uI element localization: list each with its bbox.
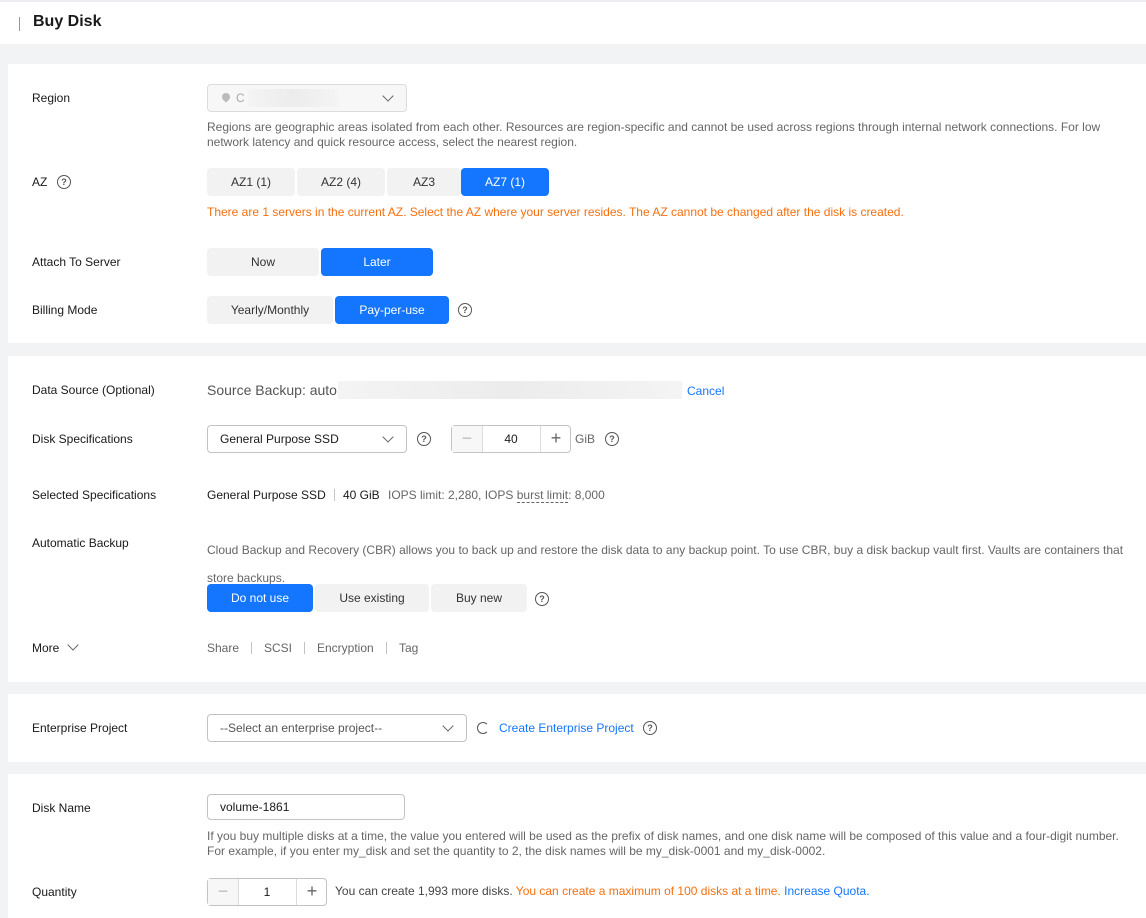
more-encryption[interactable]: Encryption	[317, 641, 374, 655]
more-divider	[304, 642, 305, 654]
disk-type-value: General Purpose SSD	[220, 432, 339, 446]
increase-quota-link[interactable]: Increase Quota.	[784, 884, 869, 898]
max-disks-text: You can create a maximum of 100 disks at…	[515, 884, 781, 898]
more-toggle[interactable]: More	[32, 641, 59, 655]
attach-now-button[interactable]: Now	[207, 248, 319, 276]
backup-help-icon[interactable]: ?	[535, 592, 549, 606]
title-bar-divider	[19, 17, 20, 31]
attach-label: Attach To Server	[32, 255, 121, 269]
backup-do-not-use-button[interactable]: Do not use	[207, 584, 313, 612]
refresh-icon[interactable]	[477, 722, 489, 734]
name-quantity-card: Disk Name If you buy multiple disks at a…	[8, 774, 1146, 918]
chevron-down-icon	[382, 90, 394, 102]
spec-divider	[334, 489, 335, 501]
selected-spec-iops: IOPS limit: 2,280, IOPS burst limit: 8,0…	[388, 488, 605, 503]
billing-yearly-button[interactable]: Yearly/Monthly	[207, 296, 333, 324]
enterprise-label: Enterprise Project	[32, 721, 128, 735]
basic-settings-card: Region C Regions are geographic areas is…	[8, 64, 1146, 343]
billing-help-icon[interactable]: ?	[458, 303, 472, 317]
enterprise-placeholder: --Select an enterprise project--	[220, 721, 383, 735]
billing-payperuse-button[interactable]: Pay-per-use	[335, 296, 449, 324]
az-label: AZ	[32, 175, 48, 189]
burst-limit-value: : 8,000	[568, 488, 605, 502]
az-warning: There are 1 servers in the current AZ. S…	[207, 205, 904, 219]
region-label: Region	[32, 91, 71, 105]
az-option-7[interactable]: AZ7 (1)	[461, 168, 549, 196]
region-redacted	[248, 89, 338, 107]
disk-name-label: Disk Name	[32, 801, 91, 815]
enterprise-help-icon[interactable]: ?	[643, 721, 657, 735]
quantity-note: You can create 1,993 more disks. You can…	[335, 884, 870, 898]
data-source-label: Data Source (Optional)	[32, 383, 155, 397]
quantity-label: Quantity	[32, 885, 77, 899]
az-option-3[interactable]: AZ3	[387, 168, 461, 196]
az-option-2[interactable]: AZ2 (4)	[297, 168, 385, 196]
backup-label: Automatic Backup	[32, 536, 129, 550]
more-label: More	[32, 641, 60, 655]
more-divider	[386, 642, 387, 654]
more-share[interactable]: Share	[207, 641, 239, 655]
enterprise-card: Enterprise Project --Select an enterpris…	[8, 694, 1146, 762]
chevron-down-icon	[382, 431, 394, 443]
disk-type-select[interactable]: General Purpose SSD	[207, 425, 407, 453]
quantity-stepper[interactable]: − 1 +	[207, 878, 327, 906]
enterprise-project-select[interactable]: --Select an enterprise project--	[207, 714, 467, 742]
decrease-icon[interactable]: −	[208, 879, 239, 905]
data-source-cancel-link[interactable]: Cancel	[687, 384, 724, 398]
page-title: Buy Disk	[33, 13, 102, 30]
disk-size-stepper[interactable]: − 40 +	[451, 425, 571, 453]
billing-label: Billing Mode	[32, 303, 98, 317]
remaining-disks-text: You can create 1,993 more disks.	[335, 884, 513, 898]
more-scsi[interactable]: SCSI	[264, 641, 292, 655]
region-select[interactable]: C	[207, 84, 407, 112]
backup-use-existing-button[interactable]: Use existing	[315, 584, 429, 612]
quantity-value[interactable]: 1	[239, 885, 295, 899]
chevron-down-icon[interactable]	[67, 639, 79, 651]
increase-icon[interactable]: +	[540, 426, 571, 452]
disk-size-value[interactable]: 40	[483, 432, 539, 446]
selected-spec-label: Selected Specifications	[32, 488, 157, 502]
burst-limit-link[interactable]: burst limit	[516, 488, 569, 503]
disk-size-help-icon[interactable]: ?	[605, 432, 619, 446]
disk-size-unit: GiB	[575, 432, 596, 446]
disk-name-input[interactable]	[207, 794, 405, 820]
decrease-icon[interactable]: −	[452, 426, 483, 452]
disk-spec-label: Disk Specifications	[32, 432, 133, 446]
more-tag[interactable]: Tag	[399, 641, 418, 655]
page-header: Buy Disk	[0, 0, 1146, 44]
region-hint: Regions are geographic areas isolated fr…	[207, 120, 1101, 149]
backup-buy-new-button[interactable]: Buy new	[431, 584, 527, 612]
selected-spec-size: 40 GiB	[343, 488, 380, 502]
more-divider	[251, 642, 252, 654]
increase-icon[interactable]: +	[296, 879, 327, 905]
iops-limit-text: IOPS limit: 2,280, IOPS	[388, 488, 514, 502]
data-source-redacted	[338, 381, 682, 399]
attach-later-button[interactable]: Later	[321, 248, 433, 276]
disk-type-help-icon[interactable]: ?	[417, 432, 431, 446]
selected-spec-type: General Purpose SSD	[207, 488, 326, 502]
location-pin-icon	[220, 91, 232, 103]
create-enterprise-project-link[interactable]: Create Enterprise Project	[499, 721, 634, 735]
disk-settings-card: Data Source (Optional) Source Backup: au…	[8, 356, 1146, 682]
region-value: C	[236, 91, 245, 105]
chevron-down-icon	[442, 720, 454, 732]
disk-name-hint: If you buy multiple disks at a time, the…	[207, 829, 1119, 858]
az-help-icon[interactable]: ?	[57, 175, 71, 189]
data-source-value: Source Backup: auto	[207, 382, 337, 398]
az-option-1[interactable]: AZ1 (1)	[207, 168, 295, 196]
